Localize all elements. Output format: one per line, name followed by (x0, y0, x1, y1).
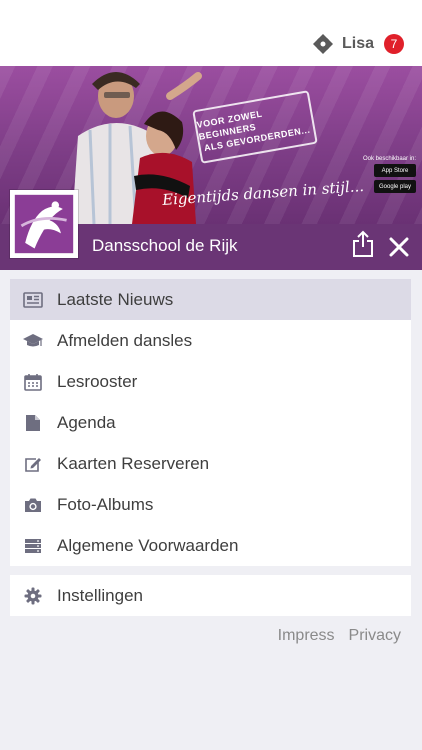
footer-links: Impress Privacy (264, 627, 401, 645)
menu-item-laatste-nieuws[interactable]: Laatste Nieuws (10, 279, 411, 320)
menu-item-instellingen[interactable]: Instellingen (10, 575, 411, 616)
school-name: Dansschool de Rijk (92, 236, 238, 255)
newspaper-icon (23, 291, 43, 309)
user-name[interactable]: Lisa (342, 35, 374, 53)
camera-icon (23, 496, 43, 514)
app-store-badge: App Store (374, 164, 416, 177)
share-icon[interactable] (351, 230, 375, 258)
settings-menu: Instellingen (10, 575, 411, 616)
menu-item-label: Laatste Nieuws (57, 289, 174, 309)
calendar-icon (23, 373, 43, 391)
notification-badge[interactable]: 7 (384, 34, 404, 54)
school-logo (10, 190, 78, 258)
close-icon[interactable] (388, 236, 410, 258)
store-caption: Ook beschikbaar in: (362, 156, 416, 162)
user-account[interactable]: Lisa 7 (312, 33, 404, 55)
menu-item-kaarten-reserveren[interactable]: Kaarten Reserveren (10, 443, 411, 484)
menu-item-label: Kaarten Reserveren (57, 453, 210, 473)
menu-item-lesrooster[interactable]: Lesrooster (10, 361, 411, 402)
menu-item-label: Lesrooster (57, 371, 138, 391)
menu-item-algemene-voorwaarden[interactable]: Algemene Voorwaarden (10, 525, 411, 566)
menu-item-afmelden-dansles[interactable]: Afmelden dansles (10, 320, 411, 361)
menu-item-label: Afmelden dansles (57, 330, 193, 350)
google-play-badge: Google play (374, 180, 416, 193)
privacy-link[interactable]: Privacy (349, 627, 401, 645)
graduation-cap-icon (23, 332, 43, 350)
menu-item-label: Agenda (57, 412, 116, 432)
menu-item-label: Algemene Voorwaarden (57, 535, 239, 555)
top-bar: Lisa 7 (0, 0, 422, 66)
document-icon (23, 414, 43, 432)
impress-link[interactable]: Impress (278, 627, 335, 645)
gear-icon (23, 587, 43, 605)
edit-icon (23, 455, 43, 473)
app-logo-icon (312, 34, 333, 54)
menu-item-foto-albums[interactable]: Foto-Albums (10, 484, 411, 525)
server-icon (23, 537, 43, 555)
menu-item-agenda[interactable]: Agenda (10, 402, 411, 443)
menu-item-label: Foto-Albums (57, 494, 154, 514)
menu-item-label: Instellingen (57, 585, 144, 605)
main-menu: Laatste Nieuws Afmelden dansles Lesroost… (10, 279, 411, 566)
